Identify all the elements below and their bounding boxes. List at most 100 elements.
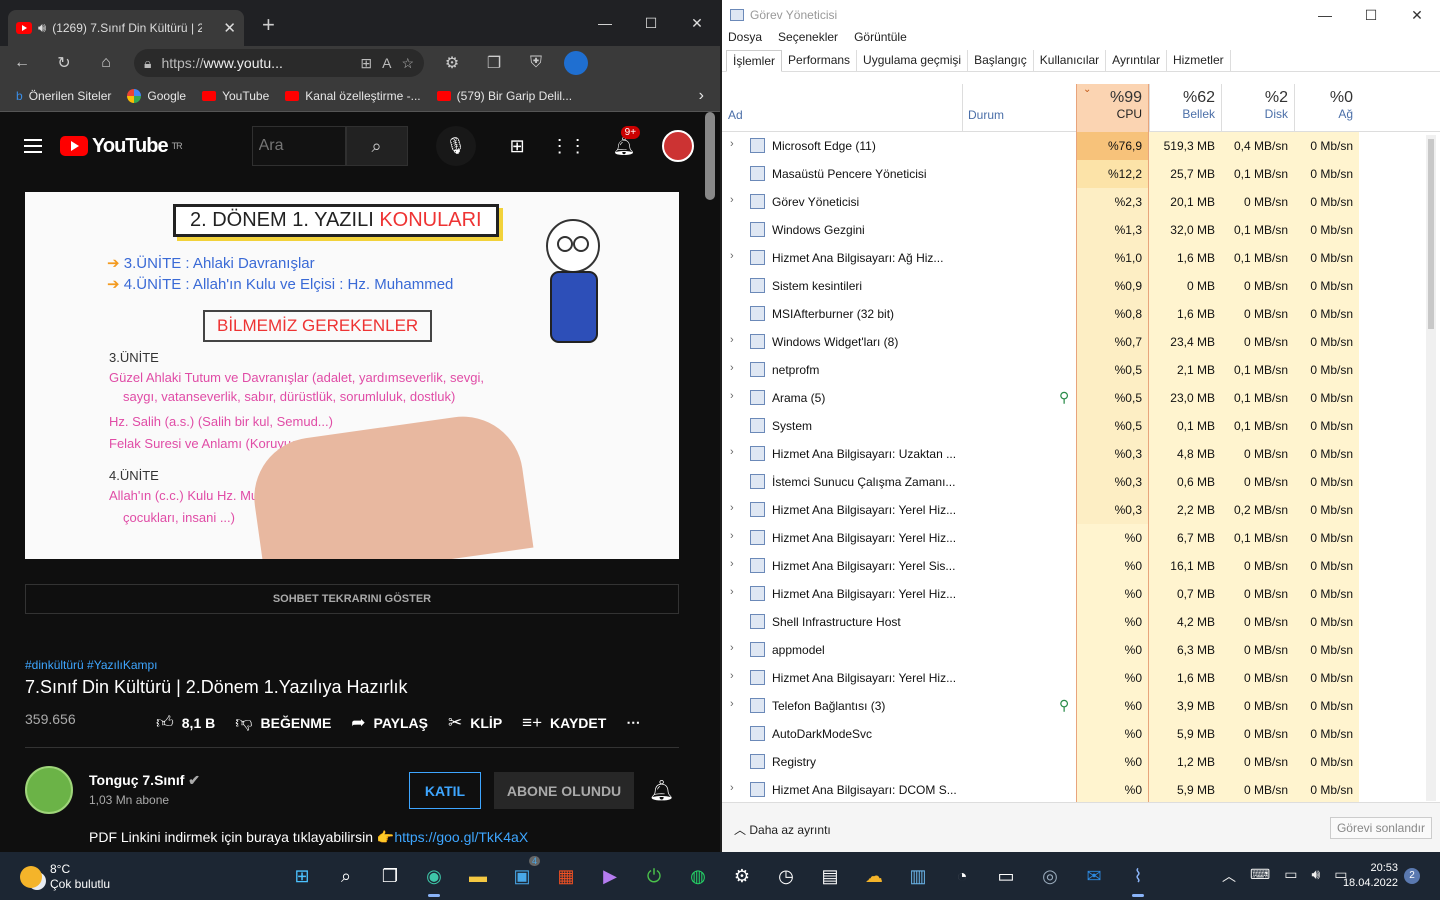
edge-icon[interactable]: ◉ [418,860,450,897]
bookmark-item[interactable]: Kanal özelleştirme -... [285,89,421,103]
process-row[interactable]: İstemci Sunucu Çalışma Zamanı... %0,3 0,6 … [722,468,1422,496]
tab-users[interactable]: Kullanıcılar [1034,50,1107,71]
chevron-up-icon[interactable]: ︿ [1222,866,1236,886]
process-row[interactable]: › Windows Widget'ları (8) %0,7 23,4 MB 0 MB/… [722,328,1422,356]
task-view-icon[interactable]: ❐ [374,860,406,892]
profile-icon[interactable] [564,51,588,75]
search-input[interactable] [251,126,346,166]
favorite-add-icon[interactable]: ☆ [401,55,414,72]
speedometer-icon[interactable]: ◔ [946,860,978,892]
bookmark-item[interactable]: (579) Bir Garip Delil... [436,89,572,103]
process-row[interactable]: Sistem kesintileri %0,9 0 MB 0 MB/sn 0 Mb/sn [722,272,1422,300]
process-row[interactable]: Registry %0 1,2 MB 0 MB/sn 0 Mb/sn [722,748,1422,776]
fewer-details-button[interactable]: ︿ Daha az ayrıntı [734,821,831,838]
apps-grid-icon[interactable]: ⋮⋮ [551,136,587,157]
bookmark-item[interactable]: b Önerilen Siteler [16,89,111,103]
header-status[interactable]: Durum [962,84,1004,132]
tab-processes[interactable]: İşlemler [726,50,783,72]
process-row[interactable]: Windows Gezgini %1,3 32,0 MB 0,1 MB/sn 0 Mb/… [722,216,1422,244]
search-icon[interactable]: ⌕ [345,126,408,166]
chevron-right-icon[interactable]: › [699,87,704,105]
hashtags[interactable]: #dinkültürü #YazılıKampı [25,658,158,672]
maximize-button[interactable]: ☐ [628,15,674,32]
video-player[interactable]: 2. DÖNEM 1. YAZILI KONULARI ➔ 3.ÜNİTE : … [25,192,679,559]
process-row[interactable]: › netprofm %0,5 2,1 MB 0,1 MB/sn 0 Mb/sn [722,356,1422,384]
back-icon[interactable]: ← [8,54,36,72]
expand-chevron-icon[interactable]: › [730,502,734,514]
channel-name[interactable]: Tonguç 7.Sınıf ✔ [89,772,200,789]
steam-icon[interactable]: ◎ [1034,860,1066,892]
speaker-icon[interactable]: 🔊︎ [38,20,46,36]
minimize-button[interactable]: — [582,15,628,32]
microsoft-store-icon[interactable]: ▦ [550,860,582,892]
mail-icon[interactable]: ✉ [1078,860,1110,892]
process-row[interactable]: › appmodel %0 6,3 MB 0 MB/sn 0 Mb/sn [722,636,1422,664]
file-explorer-icon[interactable]: ▬ [462,860,494,892]
terminal-icon[interactable]: ▭ [990,860,1022,892]
power-app-icon[interactable]: ⏻ [638,860,670,892]
menu-options[interactable]: Seçenekler [778,30,838,50]
clock-app-icon[interactable]: ◷ [770,860,802,892]
process-row[interactable]: › Hizmet Ana Bilgisayarı: Yerel Sis... %0 1… [722,552,1422,580]
home-icon[interactable]: ⌂ [92,54,120,72]
expand-chevron-icon[interactable]: › [730,586,734,598]
page-scrollbar[interactable] [705,112,715,200]
youtube-logo[interactable]: YouTube TR [60,135,183,158]
app-icon[interactable]: ⊞ [360,55,372,72]
process-row[interactable]: Masaüstü Pencere Yöneticisi %12,2 25,7 MB 0… [722,160,1422,188]
process-row[interactable]: › Hizmet Ana Bilgisayarı: Yerel Hiz... %0 6… [722,524,1422,552]
more-options-icon[interactable]: ⋯ [626,712,640,733]
header-cpu[interactable]: ⌄ %99 CPU [1076,84,1149,132]
process-row[interactable]: › Hizmet Ana Bilgisayarı: DCOM S... %0 5,9 … [722,776,1422,804]
expand-chevron-icon[interactable]: › [730,530,734,542]
account-avatar[interactable] [661,130,694,162]
process-list-scrollbar[interactable] [1426,135,1436,801]
header-network[interactable]: %0 Ağ [1294,84,1359,132]
split-screen-icon[interactable]: ❐ [480,53,508,73]
tab-details[interactable]: Ayrıntılar [1106,50,1167,71]
tab-performance[interactable]: Performans [782,50,858,71]
start-icon[interactable]: ⊞ [286,860,318,892]
process-row[interactable]: › Hizmet Ana Bilgisayarı: Yerel Hiz... %0 1… [722,664,1422,692]
keyboard-icon[interactable]: ⌨ [1250,866,1270,886]
process-row[interactable]: › Telefon Bağlantısı (3) ⚲ %0 3,9 MB 0 MB/sn 0… [722,692,1422,720]
expand-chevron-icon[interactable]: › [730,698,734,710]
process-row[interactable]: › Hizmet Ana Bilgisayarı: Yerel Hiz... %0,… [722,496,1422,524]
network-icon[interactable]: ▭ [1284,866,1297,886]
media-player-icon[interactable]: ▶ [594,860,626,892]
notification-bell-icon[interactable]: 🔔︎ [649,778,674,803]
settings-icon[interactable]: ⚙ [726,860,758,892]
close-button[interactable]: ✕ [674,15,720,32]
close-tab-icon[interactable]: ✕ [223,19,236,37]
process-row[interactable]: › Microsoft Edge (11) %76,9 519,3 MB 0,4 MB/… [722,132,1422,160]
description-link[interactable]: https://goo.gl/TkK4aX [394,829,528,845]
tab-services[interactable]: Hizmetler [1167,50,1231,71]
scrollbar-thumb[interactable] [1428,139,1434,329]
weather-widget[interactable]: 8°C Çok bulutlu [20,862,110,892]
expand-chevron-icon[interactable]: › [730,390,734,402]
refresh-icon[interactable]: ↻ [50,53,78,73]
process-row[interactable]: › Hizmet Ana Bilgisayarı: Ağ Hiz... %1,0 1,… [722,244,1422,272]
bookmark-item[interactable]: Google [127,88,186,103]
microphone-icon[interactable]: 🎙︎ [435,126,476,166]
new-tab-button[interactable]: + [262,12,275,38]
header-disk[interactable]: %2 Disk [1221,84,1294,132]
expand-chevron-icon[interactable]: › [730,670,734,682]
menu-icon[interactable] [24,139,42,153]
store-icon[interactable]: ▣ 4 [506,856,540,892]
save-button[interactable]: ≡+ KAYDET [522,712,606,733]
expand-chevron-icon[interactable]: › [730,642,734,654]
process-row[interactable]: Shell Infrastructure Host %0 4,2 MB 0 MB/sn… [722,608,1422,636]
chat-replay-button[interactable]: SOHBET TEKRARINI GÖSTER [25,584,679,614]
close-button[interactable]: ✕ [1394,7,1440,24]
expand-chevron-icon[interactable]: › [730,334,734,346]
url-field[interactable]: 🔒︎ https://www.youtu... ⊞ A ☆ [134,49,424,77]
clip-button[interactable]: ✂ KLİP [448,712,502,733]
like-button[interactable]: 👍︎ 8,1 B [156,712,215,733]
dislike-button[interactable]: 👎︎ BEĞENME [235,712,331,733]
weather-app-icon[interactable]: ☁ [858,860,890,892]
menu-view[interactable]: Görüntüle [854,30,907,50]
header-name[interactable]: Ad [728,108,743,122]
header-memory[interactable]: %62 Bellek [1149,84,1221,132]
browser-tab[interactable]: 🔊︎ (1269) 7.Sınıf Din Kültürü | 2 ✕ [8,10,244,46]
